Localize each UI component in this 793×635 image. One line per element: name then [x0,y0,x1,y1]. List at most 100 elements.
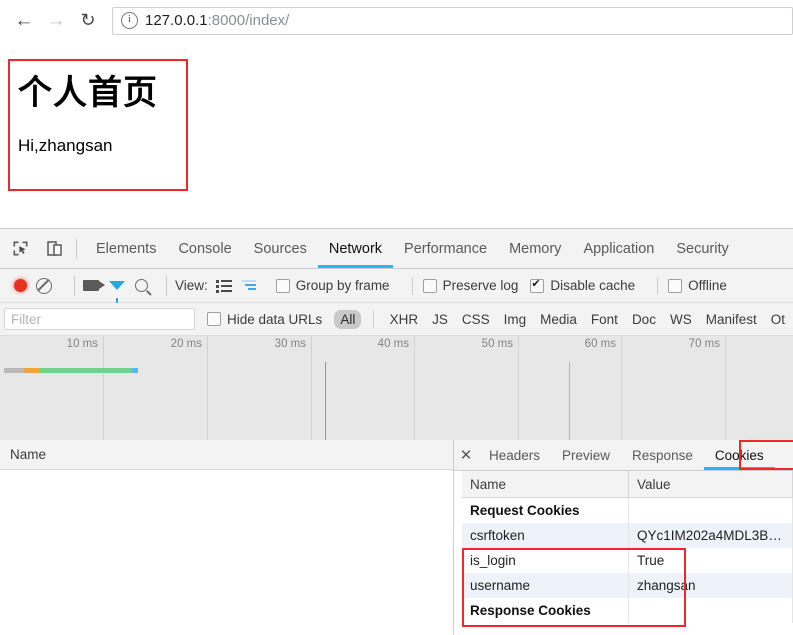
forward-icon[interactable]: → [40,6,72,36]
filter-chip-manifest[interactable]: Manifest [700,310,763,329]
filter-chip-js[interactable]: JS [426,310,454,329]
tab-memory[interactable]: Memory [498,230,572,268]
cookie-value: zhangsan [629,573,793,598]
detail-tab-preview[interactable]: Preview [551,441,621,470]
overview-gridline [103,336,104,442]
cookies-column-name[interactable]: Name [462,471,629,498]
toolbar-divider-2 [166,276,167,296]
overview-bar-stalled [4,368,24,373]
overview-gridline [725,336,726,442]
detail-tab-cookies[interactable]: Cookies [704,441,775,470]
preserve-log-checkbox[interactable]: Preserve log [423,278,519,293]
detail-tab-response[interactable]: Response [621,441,704,470]
list-view-button[interactable] [216,280,232,292]
view-label: View: [175,278,208,293]
hide-data-urls-checkbox[interactable]: Hide data URLs [207,312,322,327]
tab-security[interactable]: Security [665,230,739,268]
filter-chip-xhr[interactable]: XHR [384,310,425,329]
close-icon[interactable]: ✕ [454,446,478,464]
network-overview-timeline[interactable]: 10 ms 20 ms 30 ms 40 ms 50 ms 60 ms 70 m… [0,336,793,443]
overview-bar-download [40,368,132,373]
back-icon[interactable]: ← [8,6,40,36]
page-title: 个人首页 [18,65,158,114]
filter-input[interactable] [4,308,195,330]
clear-button[interactable] [36,278,56,294]
clear-icon [36,278,52,294]
reload-icon[interactable]: ↻ [72,6,104,36]
cookie-name: username [462,573,629,598]
record-icon[interactable] [14,279,27,292]
filter-chip-other[interactable]: Ot [765,310,791,329]
inspect-element-icon[interactable] [6,235,34,263]
table-row[interactable]: Request Cookies [462,498,793,524]
tab-sources[interactable]: Sources [243,230,318,268]
request-list[interactable]: Name [0,440,454,635]
filter-chip-css[interactable]: CSS [456,310,496,329]
tab-elements[interactable]: Elements [85,230,167,268]
waterfall-view-icon [242,280,258,292]
request-list-header[interactable]: Name [0,440,453,470]
filter-chip-all[interactable]: All [334,310,361,329]
table-row[interactable]: username zhangsan [462,573,793,598]
offline-checkbox[interactable]: Offline [668,278,727,293]
browser-window: ← → ↻ i 127.0.0.1:8000/index/ 个人首页 Hi,zh… [0,0,793,635]
table-row[interactable]: csrftoken QYc1IM202a4MDL3BeJPI3… [462,523,793,548]
tab-performance[interactable]: Performance [393,230,498,268]
list-view-icon [216,280,232,292]
waterfall-view-button[interactable] [242,280,258,292]
network-bottom-split: Name ✕ Headers Preview Response Cookies [0,440,793,635]
browser-toolbar: ← → ↻ i 127.0.0.1:8000/index/ [0,0,793,42]
cookies-table-header-row: Name Value [462,471,793,498]
overview-gridline [207,336,208,442]
device-toolbar-icon[interactable] [40,235,68,263]
checkbox-box-disable-cache [530,279,544,293]
cookie-value [629,598,793,623]
checkbox-box-preserve-log [423,279,437,293]
tab-console[interactable]: Console [167,230,242,268]
hide-data-urls-label: Hide data URLs [227,312,322,327]
cookie-value [629,498,793,524]
checkbox-box-hide-data-urls [207,312,221,326]
address-bar[interactable]: i 127.0.0.1:8000/index/ [112,7,793,35]
filter-chip-img[interactable]: Img [498,310,533,329]
table-row[interactable]: is_login True [462,548,793,573]
overview-event-domcontentloaded [325,362,326,442]
capture-screenshots-button[interactable] [83,280,99,291]
overview-gridline [414,336,415,442]
overview-tick-30ms: 30 ms [275,338,311,350]
network-toolbar: View: Group by frame [0,269,793,303]
filter-chip-ws[interactable]: WS [664,310,698,329]
overview-bar-ttfb [24,368,40,373]
toolbar-divider [76,239,77,259]
group-by-frame-checkbox[interactable]: Group by frame [276,278,390,293]
overview-tick-10ms: 10 ms [67,338,103,350]
url-path: :8000/index/ [208,12,290,29]
overview-gridline [621,336,622,442]
search-button[interactable] [135,279,148,292]
greeting-text: Hi,zhangsan [18,136,113,156]
search-icon [135,279,148,292]
tab-application[interactable]: Application [572,230,665,268]
detail-tab-headers[interactable]: Headers [478,441,551,470]
cookies-table: Name Value Request Cookies csrftoken [462,471,793,623]
request-detail-pane: ✕ Headers Preview Response Cookies Name … [454,440,793,635]
tab-network[interactable]: Network [318,230,393,268]
cookie-name: csrftoken [462,523,629,548]
cookies-table-container: Name Value Request Cookies csrftoken [454,471,793,635]
overview-gridline [311,336,312,442]
network-filterbar: Hide data URLs All XHR JS CSS Img Media … [0,303,793,336]
page-info-icon[interactable]: i [121,12,138,29]
disable-cache-checkbox[interactable]: Disable cache [530,278,635,293]
filter-chip-doc[interactable]: Doc [626,310,662,329]
filter-chip-media[interactable]: Media [534,310,583,329]
filter-chip-font[interactable]: Font [585,310,624,329]
cookie-name: is_login [462,548,629,573]
toolbar-divider-3 [412,277,413,295]
cookie-value: QYc1IM202a4MDL3BeJPI3… [629,523,793,548]
filter-funnel-icon [109,281,125,290]
checkbox-box-offline [668,279,682,293]
filter-toggle-button[interactable] [109,281,125,290]
cookies-column-value[interactable]: Value [629,471,793,498]
table-row[interactable]: Response Cookies [462,598,793,623]
overview-bar-tail [132,368,138,373]
